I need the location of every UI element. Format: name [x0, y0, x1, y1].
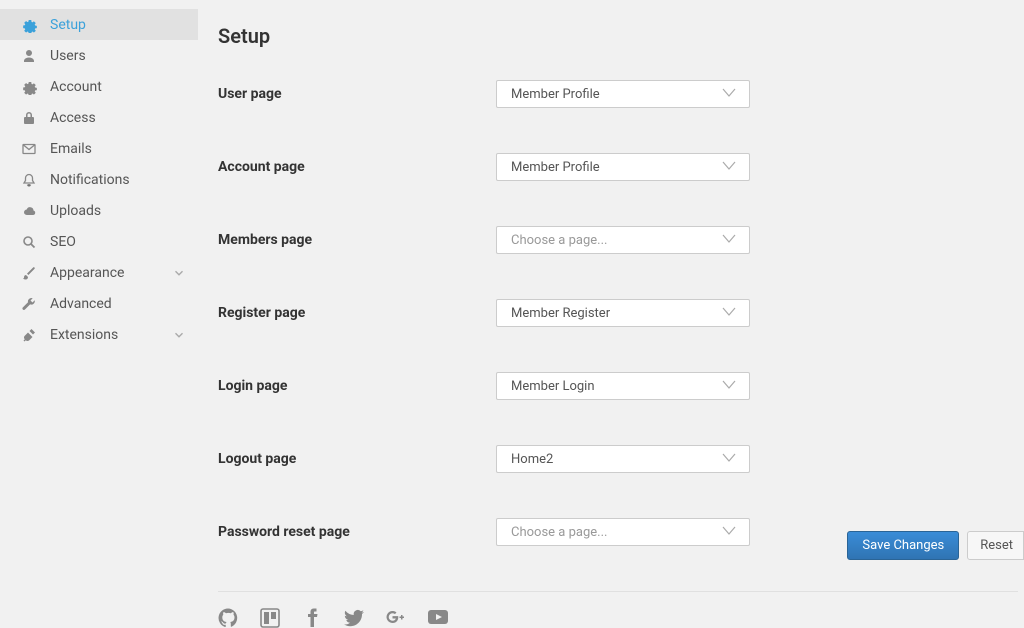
page-select[interactable]: Choose a page... [496, 226, 750, 254]
page-select[interactable]: Member Register [496, 299, 750, 327]
form-row: Members page Choose a page... [218, 226, 1024, 254]
form-row: Logout page Home2 [218, 445, 1024, 473]
page-select[interactable]: Member Login [496, 372, 750, 400]
mail-icon [20, 141, 38, 157]
sidebar-item-label: Advanced [50, 296, 186, 312]
chevron-down-icon [721, 379, 737, 393]
field-label: Logout page [218, 451, 496, 467]
chevron-down-icon [721, 160, 737, 174]
chevron-down-icon [721, 306, 737, 320]
divider [218, 591, 1018, 592]
sidebar-item-emails[interactable]: Emails [0, 133, 198, 164]
sidebar-item-uploads[interactable]: Uploads [0, 195, 198, 226]
sidebar-item-access[interactable]: Access [0, 102, 198, 133]
sidebar-item-label: Emails [50, 141, 186, 157]
chevron-down-icon [172, 266, 186, 280]
twitter-icon[interactable] [344, 608, 364, 628]
sidebar-item-account[interactable]: Account [0, 71, 198, 102]
wrench-icon [20, 296, 38, 312]
page-select[interactable]: Choose a page... [496, 518, 750, 546]
social-links [218, 608, 1024, 628]
user-icon [20, 48, 38, 64]
chevron-down-icon [721, 525, 737, 539]
facebook-icon[interactable] [302, 608, 322, 628]
gear-icon [20, 17, 38, 33]
sidebar-item-users[interactable]: Users [0, 40, 198, 71]
lock-icon [20, 110, 38, 126]
chevron-down-icon [721, 452, 737, 466]
field-label: User page [218, 86, 496, 102]
bell-icon [20, 172, 38, 188]
chevron-down-icon [721, 233, 737, 247]
youtube-icon[interactable] [428, 608, 448, 628]
field-label: Members page [218, 232, 496, 248]
gplus-icon[interactable] [386, 608, 406, 628]
settings-sidebar: Setup Users Account Access Emails Notificatio… [0, 0, 198, 570]
sidebar-item-label: Users [50, 48, 186, 64]
chevron-down-icon [721, 87, 737, 101]
reset-button[interactable]: Reset [967, 531, 1024, 560]
page-title: Setup [218, 24, 1024, 48]
select-value: Home2 [511, 452, 553, 467]
select-value: Member Register [511, 306, 610, 321]
settings-content: Setup User pageMember ProfileAccount pag… [198, 0, 1024, 570]
sidebar-item-advanced[interactable]: Advanced [0, 288, 198, 319]
form-row: Login page Member Login [218, 372, 1024, 400]
field-label: Password reset page [218, 524, 496, 540]
page-select[interactable]: Member Profile [496, 153, 750, 181]
sidebar-item-label: Uploads [50, 203, 186, 219]
chevron-down-icon [172, 328, 186, 342]
select-value: Member Profile [511, 160, 600, 175]
github-icon[interactable] [218, 608, 238, 628]
settings-form: User page Member Profile Account page Membe… [218, 80, 1024, 546]
page-select[interactable]: Member Profile [496, 80, 750, 108]
brush-icon [20, 265, 38, 281]
trello-icon[interactable] [260, 608, 280, 628]
field-label: Register page [218, 305, 496, 321]
plug-icon [20, 327, 38, 343]
sidebar-item-label: Extensions [50, 327, 172, 343]
select-value: Choose a page... [511, 233, 607, 248]
sidebar-item-label: Notifications [50, 172, 186, 188]
sidebar-item-label: Setup [50, 17, 186, 33]
form-row: User page Member Profile [218, 80, 1024, 108]
sidebar-item-label: Appearance [50, 265, 172, 281]
save-button[interactable]: Save Changes [847, 531, 959, 560]
sidebar-item-label: Access [50, 110, 186, 126]
form-row: Register page Member Register [218, 299, 1024, 327]
field-label: Account page [218, 159, 496, 175]
sidebar-item-extensions[interactable]: Extensions [0, 319, 198, 350]
select-value: Member Login [511, 379, 595, 394]
gear-icon [20, 79, 38, 95]
sidebar-item-label: SEO [50, 234, 186, 250]
form-footer: Save Changes Reset [847, 531, 1024, 560]
field-label: Login page [218, 378, 496, 394]
sidebar-item-seo[interactable]: SEO [0, 226, 198, 257]
select-value: Member Profile [511, 87, 600, 102]
sidebar-item-label: Account [50, 79, 186, 95]
select-value: Choose a page... [511, 525, 607, 540]
sidebar-item-setup[interactable]: Setup [0, 9, 198, 40]
form-row: Account page Member Profile [218, 153, 1024, 181]
sidebar-item-appearance[interactable]: Appearance [0, 257, 198, 288]
cloud-icon [20, 203, 38, 219]
page-select[interactable]: Home2 [496, 445, 750, 473]
search-icon [20, 234, 38, 250]
sidebar-item-notifications[interactable]: Notifications [0, 164, 198, 195]
